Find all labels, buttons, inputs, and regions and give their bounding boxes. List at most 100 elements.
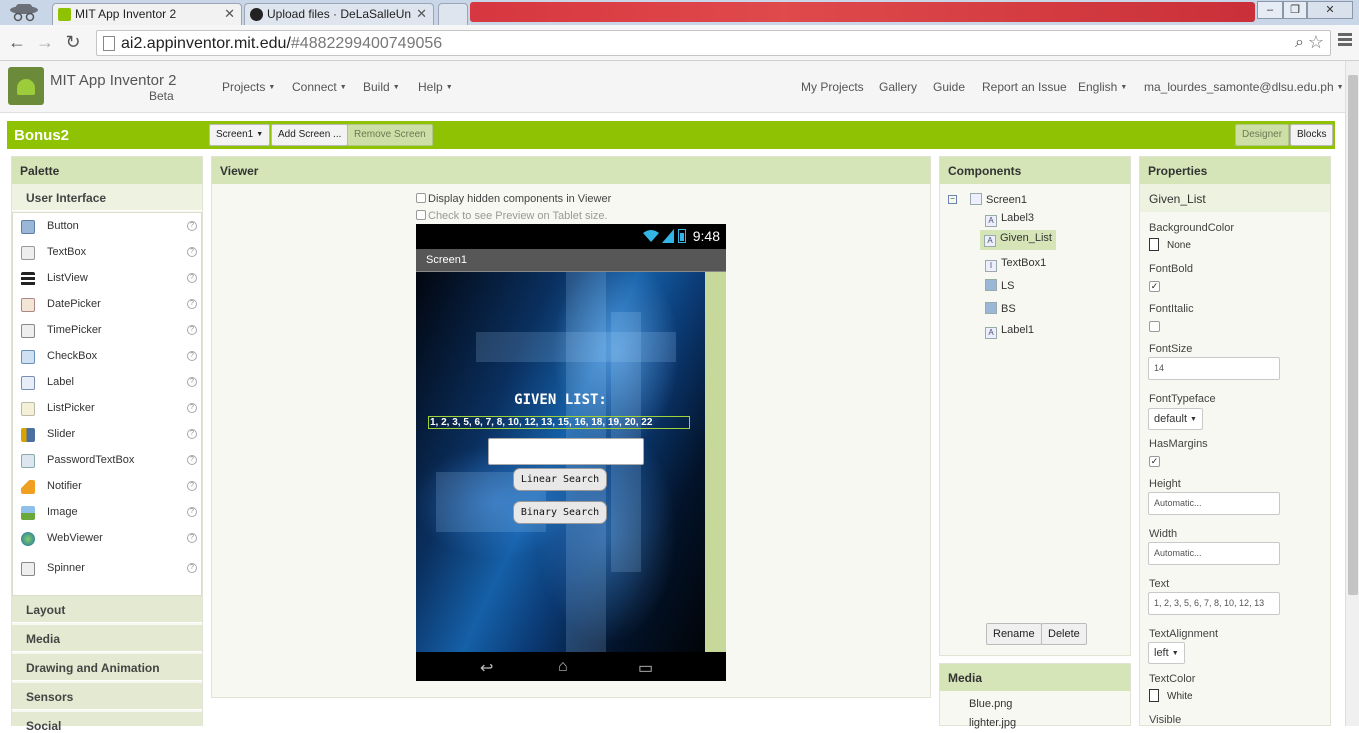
menu-help[interactable]: Help ▼ (418, 80, 453, 94)
tree-bs[interactable]: BS (985, 302, 1016, 315)
palette-category-media[interactable]: Media (12, 625, 202, 652)
prop-font-size-input[interactable]: 14 (1148, 357, 1280, 380)
prop-text-alignment-select[interactable]: left ▼ (1148, 642, 1185, 664)
language-menu[interactable]: English ▼ (1078, 80, 1127, 94)
link-gallery[interactable]: Gallery (879, 80, 917, 94)
palette-item-webviewer[interactable]: WebViewer? (13, 528, 201, 550)
tab-app-inventor[interactable]: MIT App Inventor 2 ✕ (52, 3, 242, 25)
menu-connect[interactable]: Connect ▼ (292, 80, 347, 94)
help-icon[interactable]: ? (187, 455, 197, 465)
palette-item-spinner[interactable]: Spinner? (13, 558, 201, 580)
palette-item-notifier[interactable]: Notifier? (13, 476, 201, 498)
media-file[interactable]: lighter.jpg (969, 717, 1016, 729)
page-scrollbar[interactable] (1345, 61, 1359, 726)
tree-screen1[interactable]: Screen1 (970, 193, 1027, 206)
help-icon[interactable]: ? (187, 481, 197, 491)
help-icon[interactable]: ? (187, 429, 197, 439)
palette-item-timepicker[interactable]: TimePicker? (13, 320, 201, 342)
help-icon[interactable]: ? (187, 299, 197, 309)
close-window-icon[interactable]: ✕ (1307, 1, 1353, 19)
palette-item-label[interactable]: Label? (13, 372, 201, 394)
help-icon[interactable]: ? (187, 563, 197, 573)
palette-category-user-interface[interactable]: User Interface (12, 184, 202, 211)
help-icon[interactable]: ? (187, 325, 197, 335)
tab-upload-files[interactable]: Upload files · DeLaSalleUn ✕ (244, 3, 434, 25)
help-icon[interactable]: ? (187, 247, 197, 257)
close-tab-icon[interactable]: ✕ (224, 6, 235, 22)
help-icon[interactable]: ? (187, 351, 197, 361)
prop-font-bold-checkbox[interactable]: ✓ (1149, 281, 1160, 292)
link-my-projects[interactable]: My Projects (801, 80, 864, 94)
tree-label3[interactable]: A Label3 (985, 212, 1034, 227)
palette-item-button[interactable]: Button? (13, 216, 201, 238)
designer-button[interactable]: Designer (1235, 124, 1290, 146)
binary-search-button[interactable]: Binary Search (513, 501, 607, 524)
palette-item-slider[interactable]: Slider? (13, 424, 201, 446)
close-tab-icon[interactable]: ✕ (416, 6, 427, 22)
bookmark-star-icon[interactable]: ☆ (1308, 32, 1324, 53)
palette-item-image[interactable]: Image? (13, 502, 201, 524)
new-tab-button[interactable] (438, 3, 468, 25)
user-menu[interactable]: ma_lourdes_samonte@dlsu.edu.ph ▼ (1144, 80, 1344, 94)
help-icon[interactable]: ? (187, 221, 197, 231)
palette-item-textbox[interactable]: TextBox? (13, 242, 201, 264)
prop-height-input[interactable]: Automatic... (1148, 492, 1280, 515)
hidden-components-checkbox[interactable]: Display hidden components in Viewer (416, 193, 611, 205)
prop-text-input[interactable]: 1, 2, 3, 5, 6, 7, 8, 10, 12, 13 (1148, 592, 1280, 615)
palette-item-listview[interactable]: ListView? (13, 268, 201, 290)
prop-font-typeface-select[interactable]: default ▼ (1148, 408, 1203, 430)
add-screen-button[interactable]: Add Screen ... (271, 124, 349, 146)
link-guide[interactable]: Guide (933, 80, 965, 94)
palette-category-social[interactable]: Social (12, 712, 202, 733)
palette-item-passwordtextbox[interactable]: PasswordTextBox? (13, 450, 201, 472)
prop-background-color-label: BackgroundColor (1149, 222, 1234, 234)
address-bar[interactable]: ai2.appinventor.mit.edu/#488229940074905… (96, 30, 1331, 56)
browser-menu-icon[interactable] (1338, 33, 1352, 49)
link-report-issue[interactable]: Report an Issue (982, 80, 1067, 94)
palette-item-checkbox[interactable]: CheckBox? (13, 346, 201, 368)
help-icon[interactable]: ? (187, 507, 197, 517)
forward-icon[interactable]: → (34, 33, 56, 53)
screen-select-button[interactable]: Screen1 ▼ (209, 124, 271, 146)
scrollbar-thumb[interactable] (1348, 75, 1358, 595)
palette-item-listpicker[interactable]: ListPicker? (13, 398, 201, 420)
prop-width-input[interactable]: Automatic... (1148, 542, 1280, 565)
prop-font-italic-checkbox[interactable] (1149, 321, 1160, 332)
back-icon[interactable]: ← (6, 33, 28, 53)
tree-ls[interactable]: LS (985, 279, 1014, 292)
blocks-button[interactable]: Blocks (1290, 124, 1334, 146)
zoom-icon[interactable]: ⌕ (1295, 34, 1304, 52)
tree-given-list[interactable]: A Given_List (980, 230, 1056, 250)
tab-title: MIT App Inventor 2 (75, 7, 177, 21)
help-icon[interactable]: ? (187, 533, 197, 543)
tablet-preview-checkbox[interactable]: Check to see Preview on Tablet size. (416, 210, 608, 222)
minimize-icon[interactable]: – (1257, 1, 1283, 19)
linear-search-button[interactable]: Linear Search (513, 468, 607, 491)
collapse-toggle-icon[interactable]: − (948, 192, 957, 204)
textbox1-input[interactable] (488, 438, 644, 465)
delete-button[interactable]: Delete (1041, 623, 1087, 645)
tree-textbox1[interactable]: I TextBox1 (985, 257, 1046, 272)
prop-background-color-value[interactable]: None (1149, 238, 1191, 251)
given-list-label[interactable]: 1, 2, 3, 5, 6, 7, 8, 10, 12, 13, 15, 16,… (428, 416, 690, 429)
restore-icon[interactable]: ❐ (1283, 1, 1307, 19)
palette-category-drawing[interactable]: Drawing and Animation (12, 654, 202, 681)
prop-text-color-value[interactable]: White (1149, 689, 1193, 702)
browser-tab-bar: MIT App Inventor 2 ✕ Upload files · DeLa… (0, 0, 1359, 25)
palette-category-sensors[interactable]: Sensors (12, 683, 202, 710)
help-icon[interactable]: ? (187, 273, 197, 283)
app-inventor-logo[interactable] (8, 67, 44, 105)
prop-has-margins-checkbox[interactable]: ✓ (1149, 456, 1160, 467)
help-icon[interactable]: ? (187, 403, 197, 413)
menu-projects[interactable]: Projects ▼ (222, 80, 275, 94)
tree-label1[interactable]: A Label1 (985, 324, 1034, 339)
media-file[interactable]: Blue.png (969, 698, 1012, 710)
menu-build[interactable]: Build ▼ (363, 80, 400, 94)
reload-icon[interactable]: ↻ (62, 33, 84, 53)
back-nav-icon: ↩ (480, 660, 494, 677)
remove-screen-button[interactable]: Remove Screen (347, 124, 433, 146)
rename-button[interactable]: Rename (986, 623, 1042, 645)
palette-item-datepicker[interactable]: DatePicker? (13, 294, 201, 316)
help-icon[interactable]: ? (187, 377, 197, 387)
palette-category-layout[interactable]: Layout (12, 596, 202, 623)
